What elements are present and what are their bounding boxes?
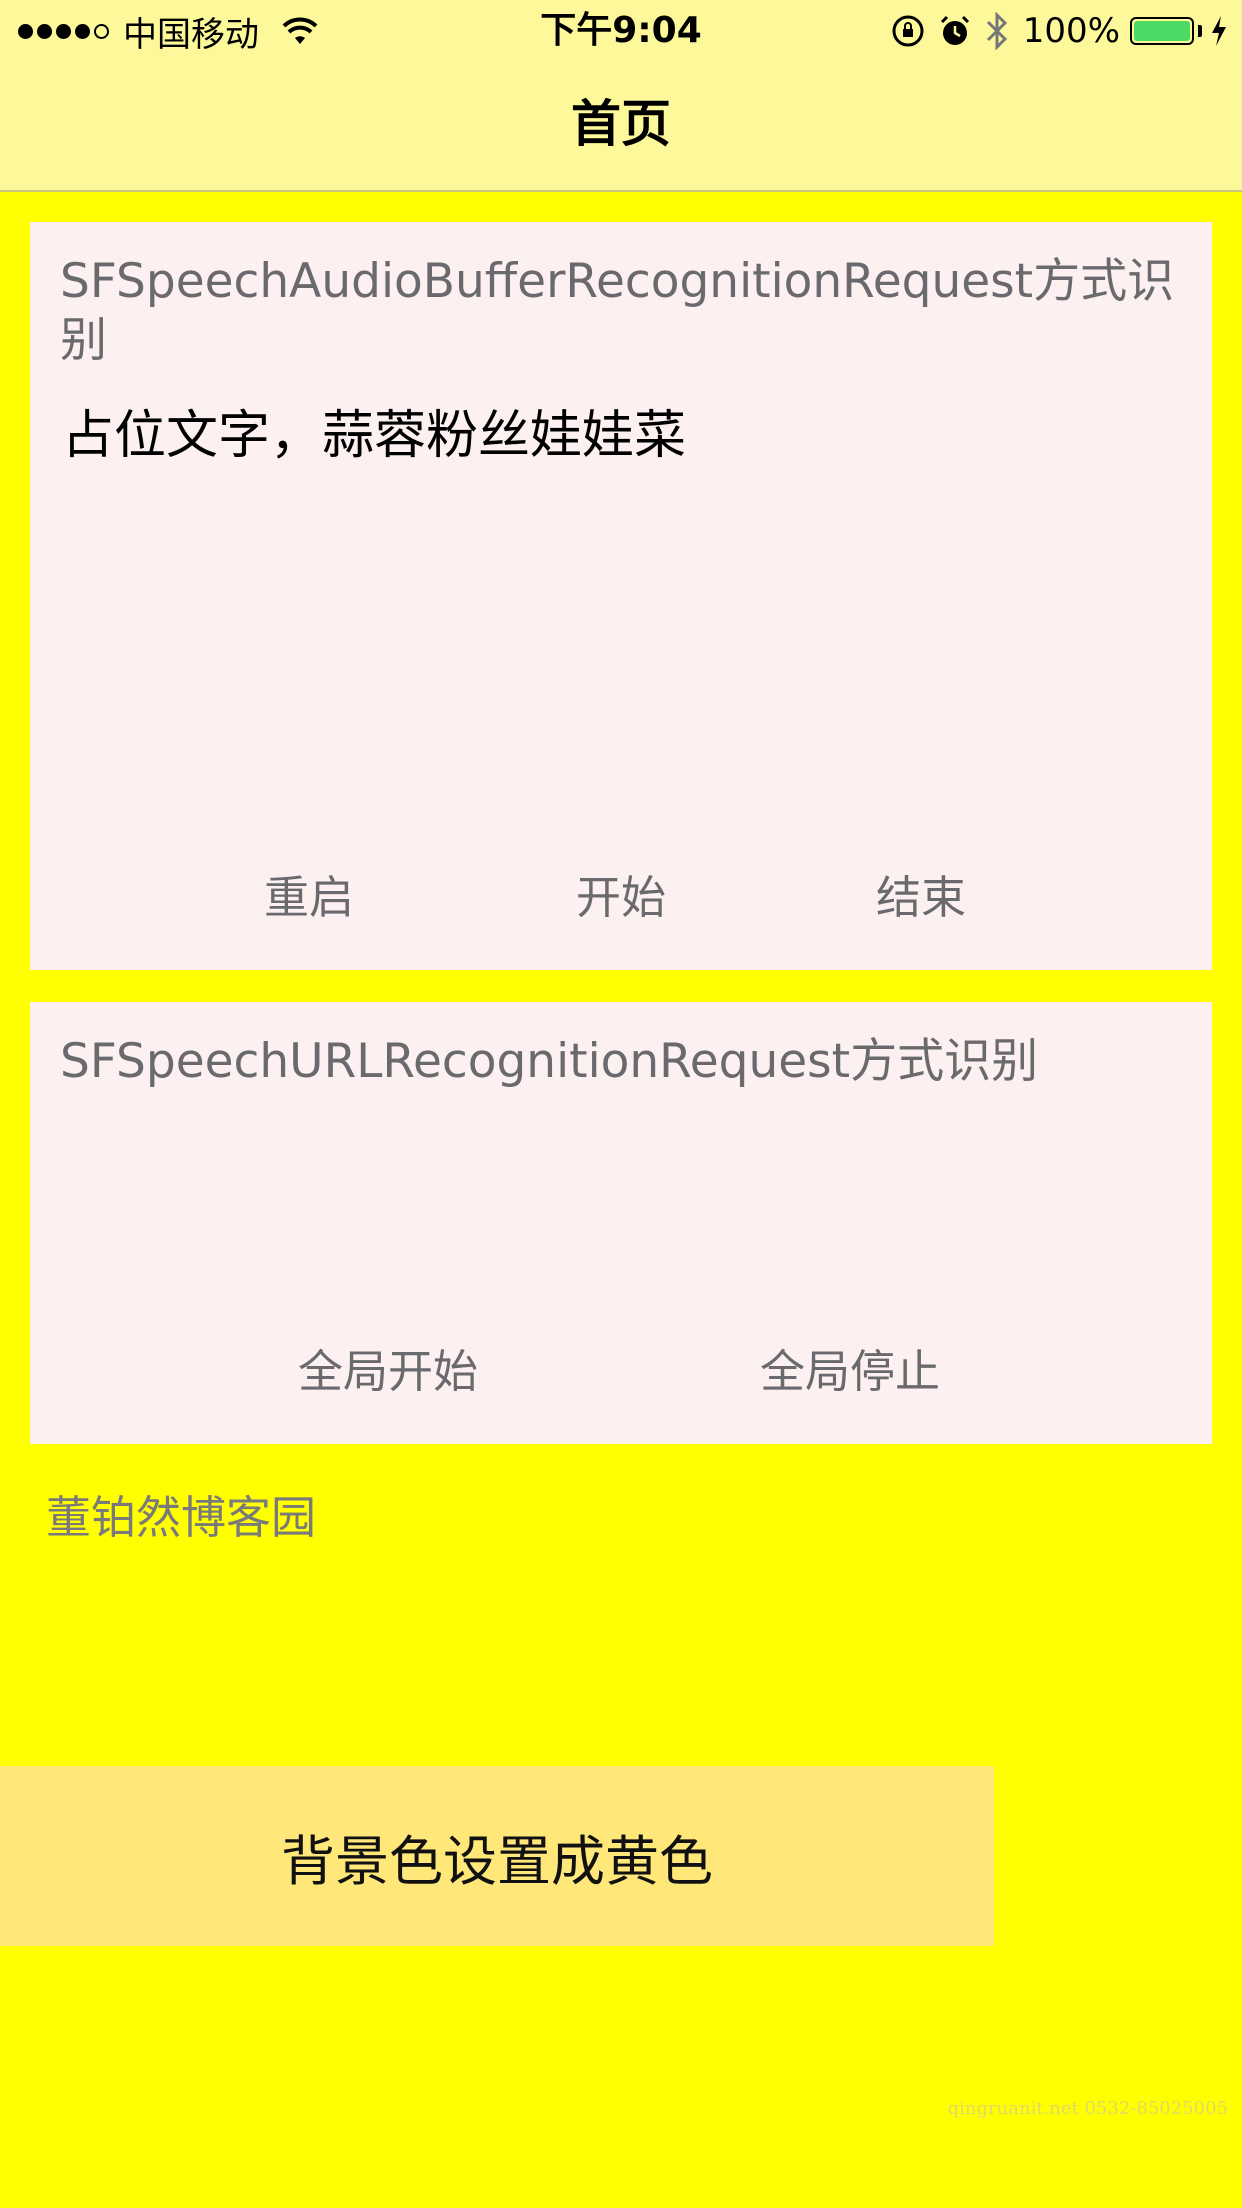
alarm-icon bbox=[939, 14, 971, 48]
global-stop-button[interactable]: 全局停止 bbox=[760, 1344, 940, 1400]
page-title: 首页 bbox=[571, 95, 671, 153]
watermark: qingruanit.net 0532-85025005 bbox=[947, 2098, 1228, 2119]
buffer-recognition-title: SFSpeechAudioBufferRecognitionRequest方式识… bbox=[60, 254, 1175, 368]
buffer-recognition-card: SFSpeechAudioBufferRecognitionRequest方式识… bbox=[30, 222, 1212, 970]
global-start-button[interactable]: 全局开始 bbox=[298, 1344, 478, 1400]
set-background-yellow-button[interactable]: 背景色设置成黄色 bbox=[0, 1766, 994, 1946]
battery-percent: 100% bbox=[1022, 11, 1120, 51]
battery-icon bbox=[1130, 17, 1194, 45]
rotation-lock-icon bbox=[891, 14, 925, 48]
restart-button[interactable]: 重启 bbox=[264, 870, 354, 926]
start-button[interactable]: 开始 bbox=[576, 870, 666, 926]
url-recognition-card: SFSpeechURLRecognitionRequest方式识别 全局开始 全… bbox=[30, 1002, 1212, 1444]
blog-label: 董铂然博客园 bbox=[46, 1491, 317, 1544]
battery-tip bbox=[1198, 25, 1202, 37]
status-right: 100% bbox=[891, 8, 1228, 54]
end-button[interactable]: 结束 bbox=[876, 870, 966, 926]
url-recognition-title: SFSpeechURLRecognitionRequest方式识别 bbox=[60, 1034, 1039, 1089]
navigation-bar: 首页 bbox=[0, 62, 1242, 192]
bluetooth-icon bbox=[985, 12, 1009, 50]
status-bar: 中国移动 下午9:04 100% bbox=[0, 0, 1242, 62]
charging-icon bbox=[1212, 16, 1226, 46]
recognition-result-text: 占位文字，蒜蓉粉丝娃娃菜 bbox=[62, 406, 687, 466]
